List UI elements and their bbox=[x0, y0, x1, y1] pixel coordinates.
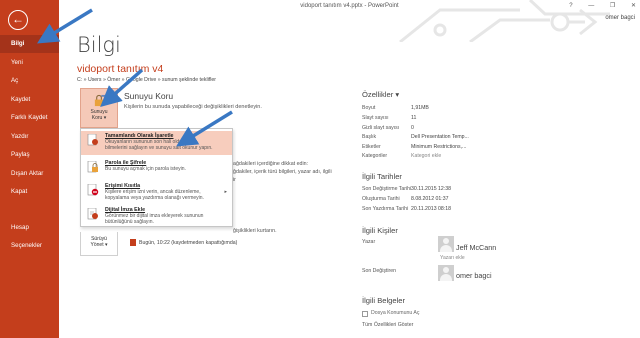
properties-heading[interactable]: Özellikler ▾ bbox=[362, 90, 399, 99]
date-value: 30.11.2015 12:38 bbox=[411, 186, 451, 192]
date-key: Son Değiştirme Tarihi bbox=[362, 186, 412, 192]
property-key: Boyut bbox=[362, 105, 376, 111]
folder-icon bbox=[362, 310, 368, 317]
property-value: 1,91MB bbox=[411, 105, 429, 111]
author-label: Yazar bbox=[362, 239, 376, 245]
modified-by-name[interactable]: omer bagci bbox=[456, 271, 492, 280]
menu-item-desc: bütünlüğünü sağlayın. bbox=[105, 219, 154, 225]
document-title: vidoport tanıtım v4 bbox=[77, 63, 164, 75]
mark-final-icon bbox=[87, 134, 98, 146]
menu-item-restrict-access[interactable]: Erişimi Kısıtla Kişilere erişim izni ver… bbox=[81, 181, 232, 203]
versions-description: ğişiklikleri kurtarın. bbox=[233, 228, 277, 234]
property-key: Gizli slayt sayısı bbox=[362, 125, 400, 131]
protect-dropdown-menu: Tamamlandı Olarak İşaretle Okuyanların s… bbox=[80, 128, 233, 227]
property-value[interactable]: Minimum Restrictions,... bbox=[411, 144, 466, 150]
modified-by-avatar bbox=[438, 265, 454, 281]
menu-item-digital-signature[interactable]: Dijital İmza Ekle Görünmez bir dijital i… bbox=[81, 205, 232, 226]
versions-button-label-2: Yönet ▾ bbox=[90, 242, 108, 248]
backstage-nav: Bilgi Yeni Aç Kaydet Farklı Kaydet Yazdı… bbox=[0, 35, 59, 256]
sidebar-item-disari-aktar[interactable]: Dışarı Aktar bbox=[0, 165, 59, 183]
date-key: Oluşturma Tarihi bbox=[362, 196, 400, 202]
property-key: Etiketler bbox=[362, 144, 381, 150]
related-dates-heading: İlgili Tarihler bbox=[362, 172, 402, 181]
version-entry-label: Bugün, 10:22 (kaydetmeden kapattığımda) bbox=[139, 239, 238, 246]
sidebar-divider bbox=[0, 202, 59, 219]
menu-item-mark-as-final[interactable]: Tamamlandı Olarak İşaretle Okuyanların s… bbox=[81, 131, 232, 155]
sidebar-item-kaydet[interactable]: Kaydet bbox=[0, 91, 59, 109]
properties-panel: Özellikler ▾ Boyut 1,91MB Slayt sayısı 11 … bbox=[362, 0, 640, 338]
padlock-icon bbox=[87, 161, 98, 173]
property-value: 0 bbox=[411, 125, 414, 131]
inspect-text-line: ir bbox=[233, 177, 236, 183]
sidebar-item-paylas[interactable]: Paylaş bbox=[0, 146, 59, 164]
property-key: Kategoriler bbox=[362, 153, 388, 159]
menu-item-desc: kopyalama veya yazdırma olanağı vermeyin… bbox=[105, 195, 204, 201]
protect-description: Kişilerin bu sunuda yapabileceği değişik… bbox=[124, 104, 262, 110]
related-people-heading: İlgili Kişiler bbox=[362, 226, 398, 235]
property-value: 11 bbox=[411, 115, 417, 121]
property-value[interactable]: Dell Presentation Temp... bbox=[411, 134, 469, 140]
property-key: Başlık bbox=[362, 134, 377, 140]
page-title: Bilgi bbox=[77, 33, 121, 57]
show-all-properties-link[interactable]: Tüm Özellikleri Göster bbox=[362, 322, 413, 328]
protect-presentation-button[interactable]: Sunuyu Koru ▾ bbox=[80, 88, 118, 128]
menu-item-encrypt-password[interactable]: Parola ile Şifrele Bu sunuyu açmak için … bbox=[81, 158, 232, 178]
date-value: 8.08.2012 01:37 bbox=[411, 196, 449, 202]
sidebar-item-hesap[interactable]: Hesap bbox=[0, 219, 59, 237]
author-avatar bbox=[438, 236, 454, 252]
sidebar-item-farkli-kaydet[interactable]: Farklı Kaydet bbox=[0, 109, 59, 127]
inspect-text-line: ğdakiler, içerik türü bilgileri, yazar a… bbox=[233, 169, 332, 175]
protect-button-label-2: Koru ▾ bbox=[91, 115, 107, 121]
related-documents-heading: İlgili Belgeler bbox=[362, 296, 406, 305]
sidebar-item-yazdir[interactable]: Yazdır bbox=[0, 128, 59, 146]
back-arrow-icon[interactable]: ← bbox=[8, 10, 28, 30]
sidebar-item-bilgi[interactable]: Bilgi bbox=[0, 35, 59, 53]
lock-key-icon bbox=[94, 94, 105, 107]
protect-heading: Sunuyu Koru bbox=[124, 91, 174, 101]
sidebar-item-kapat[interactable]: Kapat bbox=[0, 183, 59, 201]
manage-versions-button[interactable]: Sürüyü Yönet ▾ bbox=[80, 232, 118, 256]
author-name[interactable]: Jeff McCann bbox=[456, 243, 496, 252]
date-key: Son Yazdırma Tarihi bbox=[362, 206, 409, 212]
backstage-sidebar: ← Bilgi Yeni Aç Kaydet Farklı Kaydet Yaz… bbox=[0, 0, 59, 338]
open-file-location-link[interactable]: Dosya Konumunu Aç bbox=[371, 310, 419, 316]
document-path: C: » Users » Ömer » Google Drive » sunum… bbox=[77, 77, 216, 83]
sidebar-item-yeni[interactable]: Yeni bbox=[0, 54, 59, 72]
add-author-link[interactable]: Yazarı ekle bbox=[440, 255, 465, 261]
version-entry[interactable]: Bugün, 10:22 (kaydetmeden kapattığımda) bbox=[130, 239, 237, 246]
date-value: 20.11.2013 08:18 bbox=[411, 206, 451, 212]
inspect-text-line: ağdakileri içerdiğine dikkat edin: bbox=[233, 161, 309, 167]
digital-signature-icon bbox=[87, 208, 98, 220]
sidebar-item-ac[interactable]: Aç bbox=[0, 72, 59, 90]
menu-item-desc: Bu sunuyu açmak için parola isteyin. bbox=[105, 166, 186, 172]
modified-by-label: Son Değiştiren bbox=[362, 268, 397, 274]
restrict-access-icon bbox=[87, 184, 99, 196]
submenu-arrow-icon: ▸ bbox=[224, 189, 227, 195]
property-key: Slayt sayısı bbox=[362, 115, 389, 121]
add-category-field[interactable]: Kategori ekle bbox=[411, 153, 441, 159]
powerpoint-file-icon bbox=[130, 239, 136, 246]
menu-item-desc: bilmelerini sağlayın ve sunuyu salt okun… bbox=[105, 145, 213, 151]
sidebar-item-secenekler[interactable]: Seçenekler bbox=[0, 237, 59, 255]
